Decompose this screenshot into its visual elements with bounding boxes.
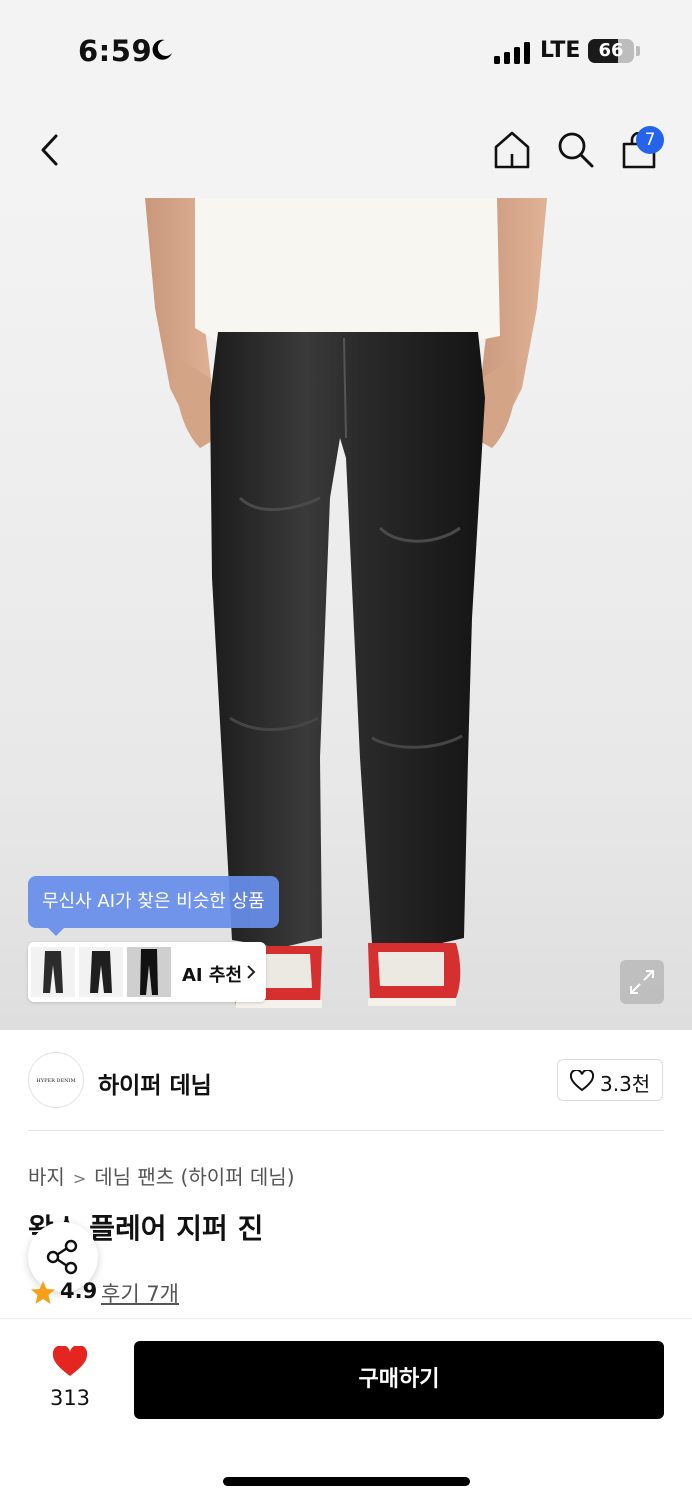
thumb-jeans-image [90, 951, 112, 993]
ai-recommend-card[interactable]: AI 추천 [28, 942, 266, 1002]
heart-filled-icon[interactable] [52, 1346, 88, 1378]
reviews-link[interactable]: 후기 7개 [101, 1278, 179, 1308]
home-indicator [223, 1477, 470, 1486]
breadcrumb-item[interactable]: 바지 [28, 1161, 65, 1190]
battery-percent: 66 [598, 40, 624, 61]
expand-image-button[interactable] [620, 960, 664, 1004]
wish-count: 313 [49, 1386, 91, 1410]
status-time: 6:59 [78, 34, 153, 68]
brand-like-button[interactable]: 3.3천 [557, 1059, 663, 1101]
thumb-jeans-image [140, 949, 158, 995]
search-icon[interactable] [556, 130, 596, 170]
similar-product-thumb[interactable] [127, 947, 171, 997]
status-bar: 6:59 LTE 66 [0, 0, 692, 100]
heart-outline-icon [570, 1070, 594, 1092]
signal-icon [494, 42, 530, 64]
back-icon[interactable] [36, 132, 64, 168]
similar-product-thumb[interactable] [79, 947, 123, 997]
thumb-jeans-image [43, 951, 63, 993]
cart-count-badge: 7 [636, 126, 664, 154]
expand-icon [630, 970, 654, 994]
star-icon [31, 1281, 55, 1304]
breadcrumb: 바지 > 데님 팬츠 (하이퍼 데님) [28, 1161, 295, 1190]
ai-recommend-label: AI 추천 [182, 965, 243, 986]
network-type: LTE [540, 38, 581, 63]
similar-product-thumb[interactable] [31, 947, 75, 997]
buy-button[interactable]: 구매하기 [134, 1341, 664, 1419]
breadcrumb-separator-icon: > [72, 1169, 87, 1188]
brand-logo[interactable]: HYPER DENIM [28, 1052, 84, 1108]
battery-icon: 66 [588, 39, 634, 63]
brand-name[interactable]: 하이퍼 데님 [98, 1066, 212, 1100]
battery-tip [636, 46, 640, 56]
ai-similar-tooltip[interactable]: 무신사 AI가 찾은 비슷한 상품 [28, 876, 279, 936]
breadcrumb-item[interactable]: 데님 팬츠 (하이퍼 데님) [94, 1161, 294, 1190]
divider [28, 1130, 664, 1131]
share-icon [46, 1239, 78, 1275]
home-icon[interactable] [493, 130, 531, 170]
chevron-right-icon [247, 965, 256, 979]
brand-like-count: 3.3천 [600, 1072, 651, 1096]
moon-icon [152, 39, 172, 60]
rating-score: 4.9 [60, 1279, 98, 1303]
